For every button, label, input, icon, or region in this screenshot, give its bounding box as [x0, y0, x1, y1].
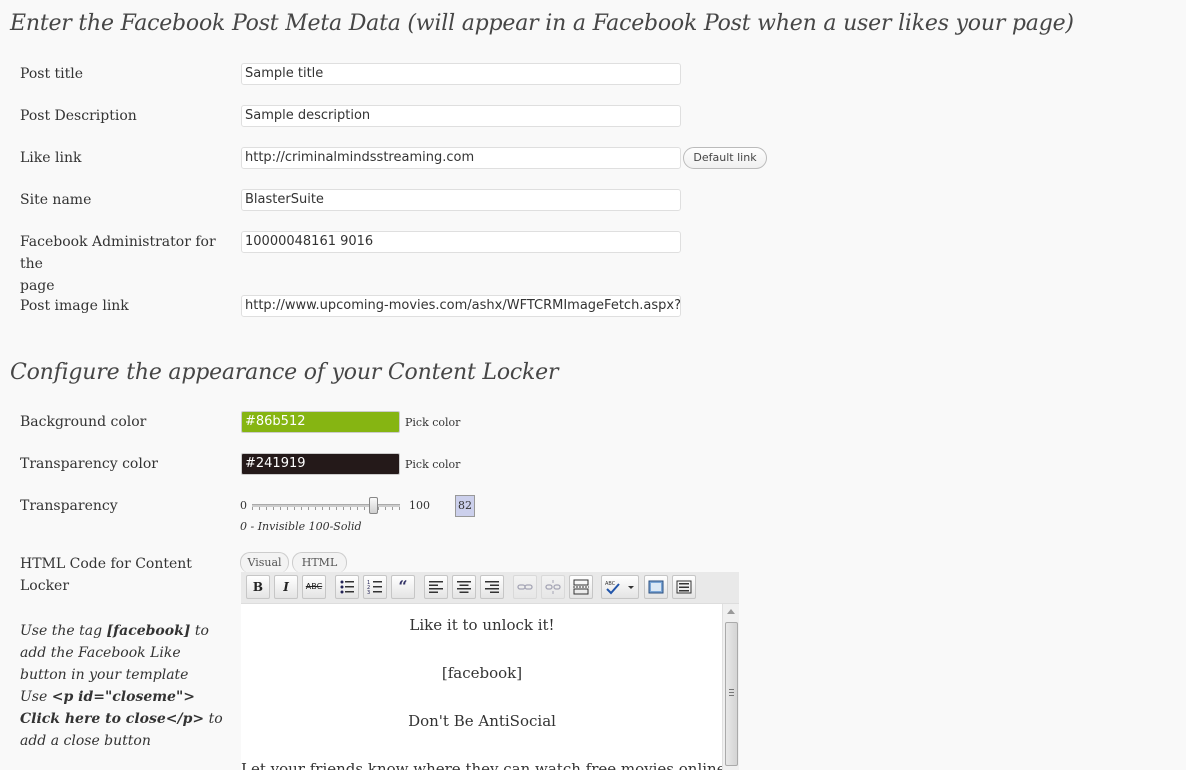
transparency-color-input[interactable]: #241919	[241, 453, 400, 475]
tab-visual[interactable]: Visual	[240, 552, 289, 573]
background-color-input[interactable]: #86b512	[241, 411, 400, 433]
blockquote-icon[interactable]: “	[391, 575, 415, 599]
transparency-pick-color-link[interactable]: Pick color	[405, 458, 460, 471]
appearance-heading: Configure the appearance of your Content…	[10, 360, 559, 385]
fb-admin-input[interactable]: 10000048161 9016	[241, 231, 681, 253]
post-title-label: Post title	[20, 66, 84, 82]
post-description-input[interactable]: Sample description	[241, 105, 681, 127]
scroll-thumb[interactable]	[725, 622, 738, 766]
html-code-label: HTML Code for Content Locker	[20, 553, 220, 597]
html-code-label-line1: HTML Code for Content	[20, 556, 192, 572]
tab-html[interactable]: HTML	[292, 552, 347, 573]
transparency-color-label: Transparency color	[20, 456, 158, 472]
bullet-list-icon[interactable]	[335, 575, 359, 599]
help-text-3: Use	[20, 689, 48, 705]
post-image-input[interactable]: http://www.upcoming-movies.com/ashx/WFTC…	[241, 295, 681, 317]
scroll-up-arrow[interactable]	[727, 609, 735, 614]
background-color-label: Background color	[20, 414, 147, 430]
html-code-label-line2: Locker	[20, 578, 70, 594]
slider-min-label: 0	[240, 499, 247, 512]
transparency-value-box: 82	[455, 495, 475, 517]
fullscreen-icon[interactable]	[644, 575, 668, 599]
svg-text:ABC: ABC	[605, 581, 616, 587]
slider-handle[interactable]	[369, 497, 378, 514]
italic-icon[interactable]: I	[274, 575, 298, 599]
transparency-hint: 0 - Invisible 100-Solid	[240, 520, 362, 533]
editor-line-1: Like it to unlock it!	[409, 616, 555, 634]
kitchen-sink-icon[interactable]	[672, 575, 696, 599]
background-pick-color-link[interactable]: Pick color	[405, 416, 460, 429]
align-left-icon[interactable]	[424, 575, 448, 599]
align-right-icon[interactable]	[480, 575, 504, 599]
slider-max-label: 100	[409, 499, 430, 512]
content-editor[interactable]: Like it to unlock it! [facebook] Don't B…	[241, 604, 739, 770]
transparency-slider[interactable]	[252, 497, 400, 514]
like-link-label: Like link	[20, 150, 82, 166]
html-code-help: Use the tag [facebook] to add the Facebo…	[20, 620, 230, 752]
editor-toolbar: B I ABC 123 “ ABC	[241, 572, 739, 604]
scroll-grip-icon	[729, 689, 734, 696]
help-facebook-tag: [facebook]	[106, 623, 191, 639]
help-text-1: Use the tag	[20, 623, 103, 639]
bold-icon[interactable]: B	[246, 575, 270, 599]
strikethrough-icon[interactable]: ABC	[302, 575, 326, 599]
post-title-input[interactable]: Sample title	[241, 63, 681, 85]
facebook-meta-heading: Enter the Facebook Post Meta Data (will …	[10, 11, 1074, 36]
help-closeme-code: <p id="closeme"> Click here to close</p>	[20, 689, 205, 727]
fb-admin-label-line2: page	[20, 278, 55, 294]
site-name-label: Site name	[20, 192, 92, 208]
more-tag-icon[interactable]	[569, 575, 593, 599]
editor-line-4: Let your friends know where they can wat…	[241, 760, 726, 770]
link-icon[interactable]	[513, 575, 537, 599]
site-name-input[interactable]: BlasterSuite	[241, 189, 681, 211]
editor-line-3: Don't Be AntiSocial	[408, 712, 556, 730]
like-link-input[interactable]: http://criminalmindsstreaming.com	[241, 147, 681, 169]
transparency-label: Transparency	[20, 498, 118, 514]
editor-scrollbar[interactable]	[722, 604, 739, 770]
unlink-icon[interactable]	[541, 575, 565, 599]
transparency-value: 82	[458, 499, 472, 512]
fb-admin-label-line1: Facebook Administrator for the	[20, 234, 216, 272]
svg-text:3: 3	[367, 590, 370, 595]
editor-line-2: [facebook]	[441, 664, 523, 682]
post-description-label: Post Description	[20, 108, 137, 124]
post-image-label: Post image link	[20, 298, 129, 314]
default-link-button[interactable]: Default link	[683, 147, 767, 169]
spellcheck-icon[interactable]: ABC	[601, 575, 639, 599]
fb-admin-label: Facebook Administrator for the page	[20, 231, 220, 297]
numbered-list-icon[interactable]: 123	[363, 575, 387, 599]
align-center-icon[interactable]	[452, 575, 476, 599]
